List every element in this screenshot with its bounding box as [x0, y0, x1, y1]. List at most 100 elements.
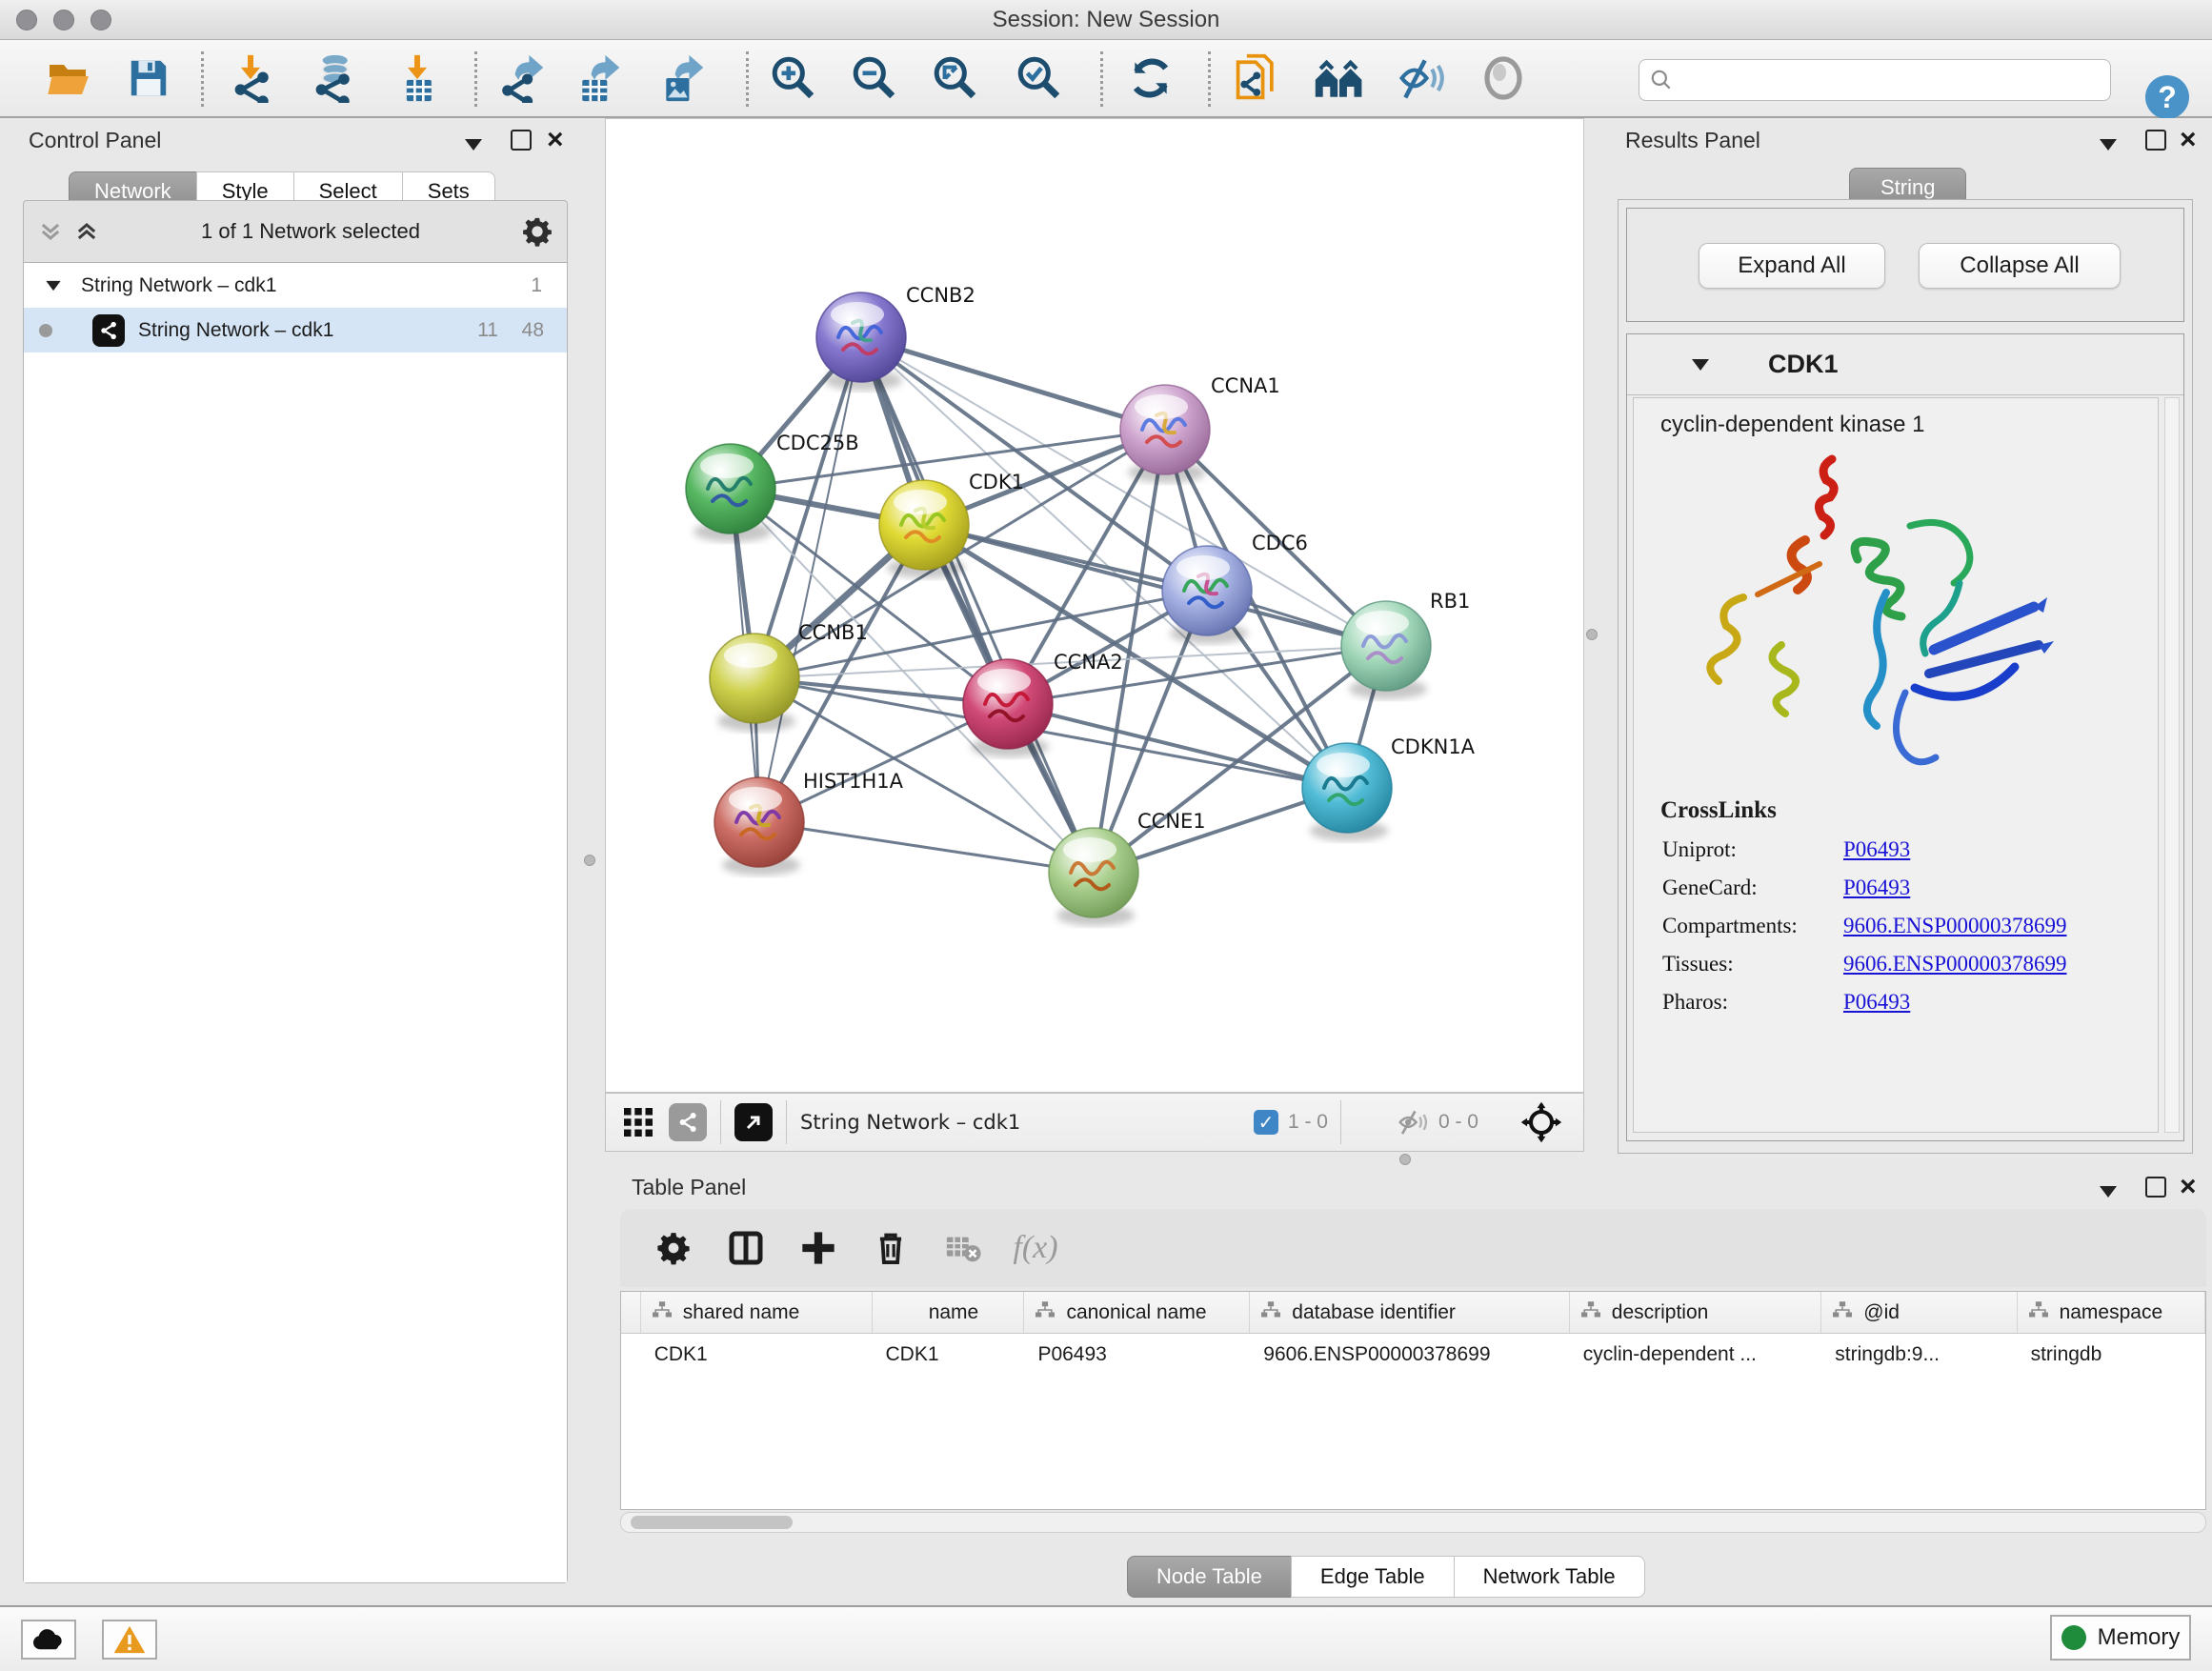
control-panel-float-icon[interactable] [511, 130, 532, 151]
table-panel-close-icon[interactable]: × [2180, 1171, 2197, 1203]
export-network-icon[interactable] [495, 51, 549, 105]
show-glass-panels-icon[interactable] [1477, 51, 1530, 105]
horizontal-splitter[interactable] [605, 1152, 2212, 1167]
function-builder-icon[interactable]: f(x) [999, 1221, 1072, 1275]
results-panel-close-icon[interactable]: × [2180, 124, 2197, 156]
crosslink-tissues[interactable]: 9606.ENSP00000378699 [1843, 952, 2067, 976]
string-network-graph[interactable]: CCNB2CCNA1CDC25BCDK1CDC6RB1CCNB1CCNA2CDK… [606, 119, 1583, 1092]
network-row[interactable]: String Network – cdk1 11 48 [24, 308, 567, 352]
expand-all-icon[interactable] [73, 218, 100, 245]
table-cell[interactable]: P06493 [1024, 1343, 1250, 1366]
import-network-database-icon[interactable] [305, 51, 358, 105]
tab-edge-table[interactable]: Edge Table [1291, 1556, 1455, 1598]
collection-expander-icon[interactable] [46, 280, 60, 290]
selected-count-checkbox[interactable]: ✓ [1254, 1110, 1278, 1135]
network-edge-CCNE1-HIST1H1A[interactable] [759, 822, 1094, 873]
network-node-CCNB2[interactable] [816, 292, 906, 391]
table-cell[interactable]: CDK1 [641, 1343, 873, 1366]
gear-icon[interactable] [521, 215, 553, 248]
import-network-file-icon[interactable] [224, 51, 277, 105]
network-edge-CCNB2-CCNA1[interactable] [861, 337, 1165, 430]
crosslink-uniprot[interactable]: P06493 [1843, 837, 1910, 862]
open-session-icon[interactable] [42, 51, 95, 105]
cloud-button[interactable] [21, 1620, 76, 1660]
crosslink-pharos[interactable]: P06493 [1843, 990, 1910, 1015]
network-node-CDC25B[interactable] [686, 444, 775, 542]
home-string-icon[interactable] [1313, 51, 1366, 105]
export-table-icon[interactable] [572, 51, 625, 105]
network-node-CCNA1[interactable] [1120, 385, 1210, 483]
zoom-in-icon[interactable] [767, 51, 820, 105]
network-canvas[interactable]: CCNB2CCNA1CDC25BCDK1CDC6RB1CCNB1CCNA2CDK… [605, 118, 1584, 1093]
footer-separator [786, 1100, 787, 1144]
help-icon[interactable]: ? [2145, 75, 2189, 119]
splitter-handle[interactable] [1586, 629, 1598, 640]
table-panel-collapse-icon[interactable] [2100, 1186, 2117, 1198]
hidden-count-eye-slash-icon[interactable] [1397, 1106, 1429, 1138]
table-cell[interactable]: stringdb [2018, 1343, 2205, 1366]
birds-eye-grid-icon[interactable] [621, 1105, 655, 1139]
network-node-CCNA2[interactable] [963, 659, 1053, 757]
export-image-icon[interactable] [655, 51, 709, 105]
network-edge-CDK1-RB1[interactable] [924, 525, 1386, 646]
results-panel-float-icon[interactable] [2145, 130, 2166, 151]
table-gear-icon[interactable] [637, 1221, 710, 1275]
column-header-namespace[interactable]: namespace [2018, 1292, 2205, 1333]
import-table-file-icon[interactable] [391, 51, 444, 105]
memory-button[interactable]: Memory [2050, 1615, 2191, 1661]
table-cell[interactable]: CDK1 [872, 1343, 1024, 1366]
column-header-database-identifier[interactable]: database identifier [1250, 1292, 1569, 1333]
vertical-splitter-left[interactable] [581, 118, 605, 1605]
expand-all-button[interactable]: Expand All [1699, 243, 1885, 289]
clone-network-icon[interactable] [1231, 51, 1284, 105]
save-session-icon[interactable] [122, 51, 175, 105]
column-header-canonical-name[interactable]: canonical name [1024, 1292, 1250, 1333]
network-collection-row[interactable]: String Network – cdk1 1 [24, 263, 567, 308]
control-panel-collapse-icon[interactable] [465, 139, 482, 151]
table-cell[interactable]: 9606.ENSP00000378699 [1250, 1343, 1569, 1366]
table-panel-float-icon[interactable] [2145, 1177, 2166, 1198]
scrollbar-thumb[interactable] [631, 1516, 793, 1529]
network-node-CDC6[interactable] [1162, 546, 1252, 644]
crosslink-compartments[interactable]: 9606.ENSP00000378699 [1843, 914, 2067, 938]
network-node-CDKN1A[interactable] [1302, 743, 1392, 841]
table-horizontal-scrollbar[interactable] [620, 1512, 2206, 1533]
create-column-icon[interactable] [782, 1221, 855, 1275]
network-node-HIST1H1A[interactable] [714, 777, 804, 876]
network-overview-icon[interactable] [669, 1103, 707, 1141]
results-panel-collapse-icon[interactable] [2100, 139, 2117, 151]
hide-glass-panels-icon[interactable] [1395, 51, 1448, 105]
network-node-CDK1[interactable] [879, 480, 969, 578]
network-node-CCNB1[interactable] [710, 634, 799, 732]
zoom-out-icon[interactable] [848, 51, 901, 105]
network-node-CCNE1[interactable] [1049, 828, 1138, 926]
network-node-RB1[interactable] [1341, 601, 1431, 699]
zoom-fit-icon[interactable] [929, 51, 982, 105]
column-header-description[interactable]: description [1570, 1292, 1821, 1333]
search-input[interactable] [1681, 70, 2091, 91]
collapse-all-button[interactable]: Collapse All [1919, 243, 2121, 289]
warnings-button[interactable] [102, 1620, 157, 1660]
column-header-name[interactable]: name [873, 1292, 1025, 1333]
splitter-handle[interactable] [1399, 1154, 1411, 1165]
fit-selected-crosshair-icon[interactable] [1520, 1101, 1562, 1143]
column-header-shared-name[interactable]: shared name [641, 1292, 873, 1333]
tab-node-table[interactable]: Node Table [1127, 1556, 1292, 1598]
show-columns-icon[interactable] [710, 1221, 782, 1275]
zoom-selected-icon[interactable] [1013, 51, 1066, 105]
delete-column-icon[interactable] [855, 1221, 927, 1275]
delete-table-icon[interactable] [927, 1221, 999, 1275]
collapse-all-icon[interactable] [37, 218, 64, 245]
table-cell[interactable]: stringdb:9... [1821, 1343, 2017, 1366]
tab-network-table[interactable]: Network Table [1454, 1556, 1645, 1598]
refresh-icon[interactable] [1124, 51, 1177, 105]
open-in-new-window-icon[interactable] [734, 1103, 773, 1141]
results-scrollbar[interactable] [2164, 397, 2180, 1133]
splitter-handle[interactable] [584, 855, 595, 866]
control-panel-close-icon[interactable]: × [547, 124, 564, 156]
crosslink-genecard[interactable]: P06493 [1843, 876, 1910, 900]
vertical-splitter-right[interactable] [1584, 118, 1606, 1153]
column-header--id[interactable]: @id [1821, 1292, 2017, 1333]
table-cell[interactable]: cyclin-dependent ... [1570, 1343, 1821, 1366]
gene-section-expander-icon[interactable] [1692, 359, 1709, 371]
